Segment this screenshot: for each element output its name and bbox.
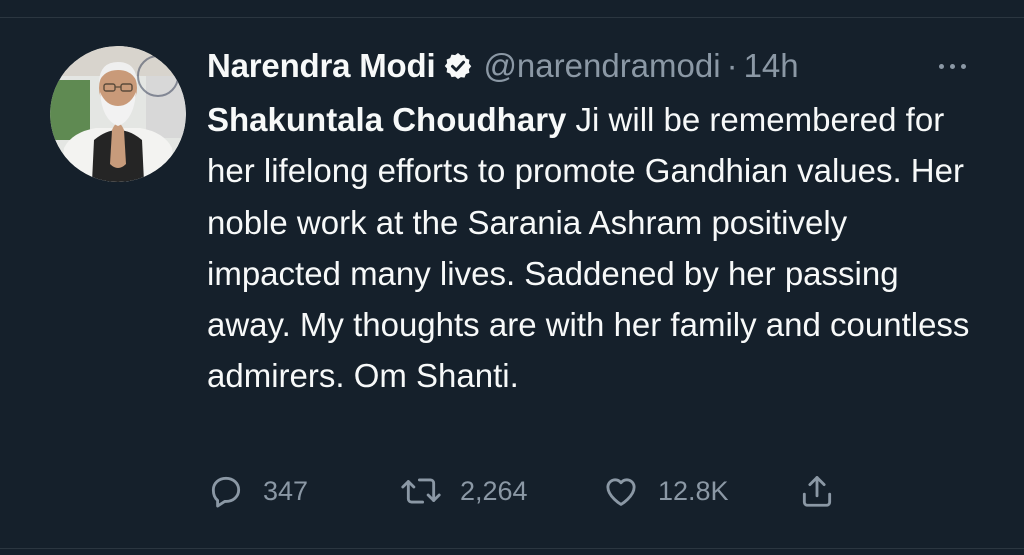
- like-button[interactable]: 12.8K: [602, 468, 729, 514]
- author-handle[interactable]: @narendramodi: [483, 47, 720, 85]
- header-separator: ·: [726, 47, 738, 84]
- avatar[interactable]: [50, 46, 186, 182]
- retweet-count: 2,264: [460, 475, 528, 506]
- verified-badge-icon: [443, 51, 473, 81]
- tweet-actions: 347 2,264 12.8K: [207, 468, 847, 514]
- retweet-icon: [401, 478, 441, 504]
- avatar-portrait: [50, 46, 186, 182]
- tweet-timestamp[interactable]: 14h: [744, 47, 799, 85]
- top-divider: [0, 17, 1024, 18]
- author-name[interactable]: Narendra Modi: [207, 47, 436, 85]
- reply-button[interactable]: 347: [207, 468, 308, 514]
- tweet-text: Shakuntala Choudhary Ji will be remember…: [207, 94, 987, 402]
- share-icon: [802, 476, 832, 507]
- bottom-divider: [0, 548, 1024, 549]
- tweet-text-bold: Shakuntala Choudhary: [207, 101, 567, 138]
- more-options-icon[interactable]: [930, 48, 974, 84]
- tweet-header: Narendra Modi @narendramodi · 14h: [207, 40, 799, 92]
- share-button[interactable]: [798, 468, 836, 514]
- like-heart-icon: [606, 478, 636, 506]
- tweet-text-rest: Ji will be remembered for her lifelong e…: [207, 101, 970, 395]
- retweet-button[interactable]: 2,264: [400, 468, 528, 514]
- like-count: 12.8K: [658, 475, 729, 506]
- reply-icon: [211, 476, 241, 508]
- reply-count: 347: [263, 475, 309, 506]
